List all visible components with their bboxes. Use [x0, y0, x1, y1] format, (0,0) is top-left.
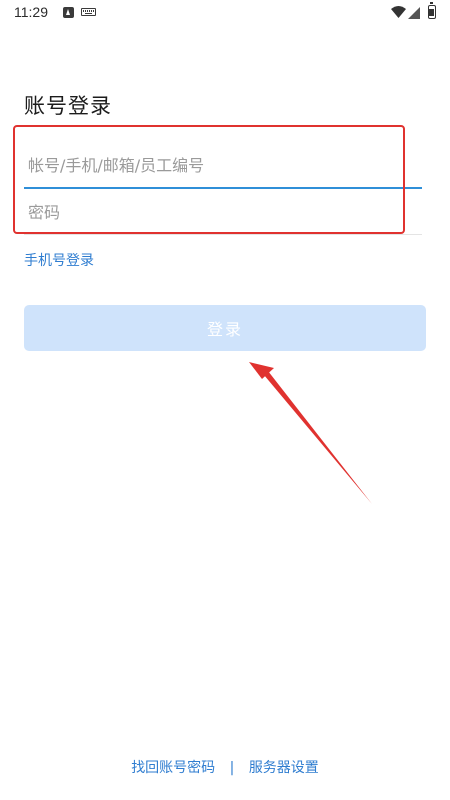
phone-login-link[interactable]: 手机号登录	[24, 250, 94, 270]
arrow-shaft	[264, 371, 372, 504]
arrow-annotation	[249, 362, 372, 504]
keyboard-icon	[81, 8, 96, 16]
status-bar: 11:29	[0, 0, 450, 26]
android-a-icon	[63, 7, 74, 18]
server-settings-link[interactable]: 服务器设置	[249, 760, 319, 776]
login-button[interactable]: 登录	[24, 305, 426, 351]
page-title: 账号登录	[24, 94, 112, 118]
battery-charging-icon	[428, 2, 436, 19]
footer-divider: |	[229, 760, 235, 776]
account-input[interactable]	[24, 143, 422, 187]
status-time: 11:29	[14, 4, 48, 20]
login-screen: 11:29 账号登录 手机号登录 登录 找回账号密码 | 服	[0, 0, 450, 800]
password-field[interactable]	[24, 190, 422, 235]
wifi-icon	[391, 6, 406, 18]
signal-icon	[408, 7, 420, 19]
arrow-head	[249, 362, 274, 379]
recover-password-link[interactable]: 找回账号密码	[131, 760, 215, 776]
password-input[interactable]	[24, 190, 422, 234]
footer-links: 找回账号密码 | 服务器设置	[0, 757, 450, 777]
account-field[interactable]	[24, 143, 422, 189]
